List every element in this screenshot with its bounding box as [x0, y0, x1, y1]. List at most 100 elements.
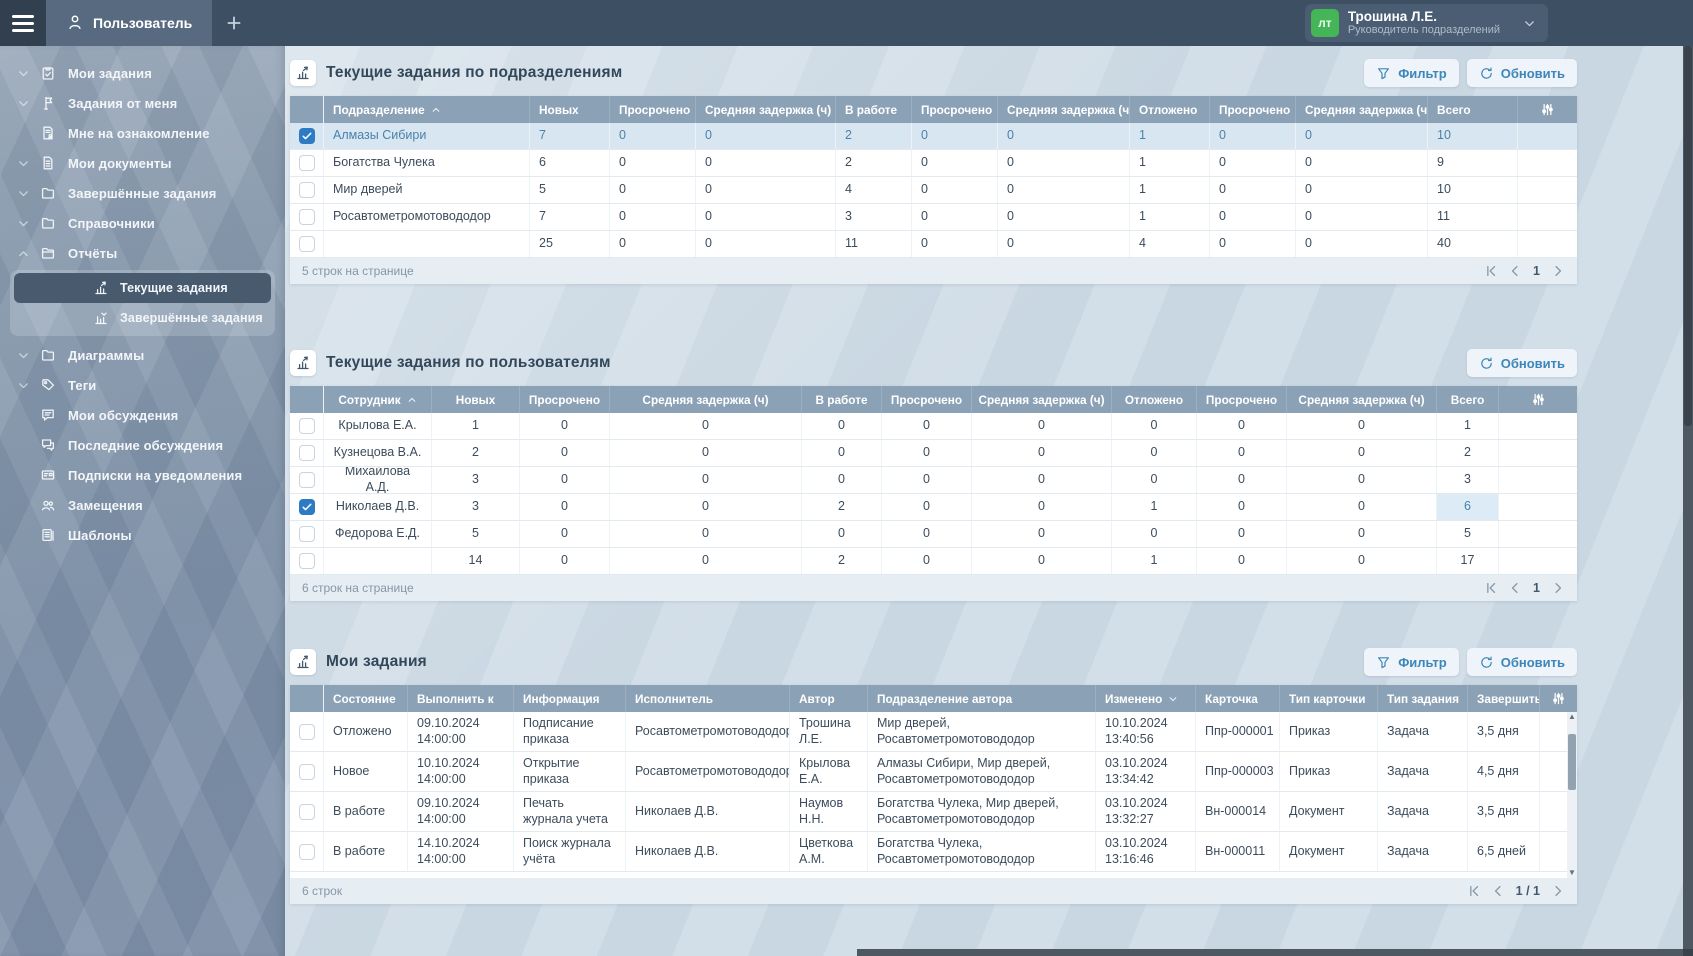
column-header-5[interactable]: Подразделение автора	[868, 685, 1096, 712]
column-header-0[interactable]: Состояние	[324, 685, 408, 712]
next-page-button[interactable]	[1547, 260, 1569, 282]
refresh-button[interactable]: Обновить	[1466, 59, 1577, 87]
next-page-button[interactable]	[1547, 880, 1569, 902]
sidebar-item-8[interactable]: Теги	[0, 370, 285, 400]
refresh-button[interactable]: Обновить	[1466, 648, 1577, 676]
column-header-3[interactable]: Исполнитель	[626, 685, 790, 712]
cell[interactable]: 0	[696, 123, 836, 149]
user-menu[interactable]: лт Трошина Л.Е. Руководитель подразделен…	[1304, 4, 1548, 42]
column-header-2[interactable]: Информация	[514, 685, 626, 712]
column-header-2[interactable]: Просрочено	[520, 386, 610, 413]
column-header-1[interactable]: Новых	[530, 96, 610, 123]
previous-page-button[interactable]	[1504, 260, 1526, 282]
cell[interactable]: 0	[1210, 123, 1296, 149]
column-header-4[interactable]: В работе	[836, 96, 912, 123]
cell[interactable]: 1	[1130, 123, 1210, 149]
sidebar-item-3[interactable]: Мои документы	[0, 148, 285, 178]
column-header-7[interactable]: Отложено	[1130, 96, 1210, 123]
row-checkbox[interactable]	[298, 128, 315, 144]
cell[interactable]: 0	[610, 123, 696, 149]
row-checkbox[interactable]	[298, 182, 315, 198]
column-header-9[interactable]: Тип задания	[1378, 685, 1468, 712]
row-checkbox[interactable]	[298, 472, 315, 488]
column-header-10[interactable]: Всего	[1428, 96, 1518, 123]
column-header-1[interactable]: Выполнить к	[408, 685, 514, 712]
sidebar-item-10[interactable]: Последние обсуждения	[0, 430, 285, 460]
row-checkbox[interactable]	[298, 236, 315, 252]
next-page-button[interactable]	[1547, 577, 1569, 599]
sidebar-item-5[interactable]: Справочники	[0, 208, 285, 238]
column-header-6[interactable]: Средняя задержка (ч)	[972, 386, 1112, 413]
sidebar-subitem-0[interactable]: Текущие задания	[14, 273, 271, 303]
page-vertical-scrollbar[interactable]	[1683, 46, 1693, 956]
column-settings-icon[interactable]	[1518, 96, 1577, 123]
column-header-6[interactable]: Средняя задержка (ч)	[998, 96, 1130, 123]
column-header-6[interactable]: Изменено	[1096, 685, 1196, 712]
sidebar-item-9[interactable]: Мои обсуждения	[0, 400, 285, 430]
page-horizontal-scrollbar[interactable]	[857, 949, 1683, 956]
cell[interactable]: 2	[836, 123, 912, 149]
row-checkbox[interactable]	[298, 445, 315, 461]
row-checkbox[interactable]	[298, 763, 315, 780]
column-header-9[interactable]: Средняя задержка (ч)	[1287, 386, 1437, 413]
column-header-7[interactable]: Карточка	[1196, 685, 1280, 712]
column-header-3[interactable]: Средняя задержка (ч)	[610, 386, 802, 413]
table-scrollbar-thumb[interactable]	[1568, 734, 1576, 790]
column-header-0[interactable]: Сотрудник	[324, 386, 432, 413]
row-checkbox[interactable]	[298, 526, 315, 542]
row-checkbox[interactable]	[298, 843, 315, 860]
table-vertical-scrollbar[interactable]: ▲ ▼	[1567, 712, 1577, 878]
column-header-10[interactable]: Завершить	[1468, 685, 1540, 712]
column-header-2[interactable]: Просрочено	[610, 96, 696, 123]
scroll-down-arrow[interactable]: ▼	[1568, 868, 1576, 878]
refresh-button[interactable]: Обновить	[1466, 349, 1577, 377]
column-settings-icon[interactable]	[1540, 685, 1577, 712]
cell[interactable]: Алмазы Сибири	[324, 123, 530, 149]
filter-button[interactable]: Фильтр	[1364, 648, 1459, 676]
row-checkbox[interactable]	[298, 803, 315, 820]
cell[interactable]: 0	[998, 123, 1130, 149]
cell[interactable]: 0	[912, 123, 998, 149]
sidebar-item-2[interactable]: Мне на ознакомление	[0, 118, 285, 148]
vertical-scrollbar-thumb[interactable]	[1684, 46, 1692, 426]
sidebar-item-13[interactable]: Шаблоны	[0, 520, 285, 550]
sidebar-item-7[interactable]: Диаграммы	[0, 340, 285, 370]
sidebar-item-1[interactable]: Задания от меня	[0, 88, 285, 118]
row-checkbox[interactable]	[298, 499, 315, 515]
scroll-up-arrow[interactable]: ▲	[1568, 712, 1576, 722]
add-tab-button[interactable]	[212, 0, 256, 46]
row-checkbox[interactable]	[298, 155, 315, 171]
sidebar-item-4[interactable]: Завершённые задания	[0, 178, 285, 208]
cell[interactable]: 7	[530, 123, 610, 149]
first-page-button[interactable]	[1480, 577, 1502, 599]
column-header-4[interactable]: Автор	[790, 685, 868, 712]
column-header-8[interactable]: Просрочено	[1210, 96, 1296, 123]
sidebar-item-12[interactable]: Замещения	[0, 490, 285, 520]
column-header-8[interactable]: Тип карточки	[1280, 685, 1378, 712]
sidebar-subitem-1[interactable]: Завершённые задания	[14, 303, 271, 333]
sidebar-item-6[interactable]: Отчёты	[0, 238, 285, 268]
row-checkbox[interactable]	[298, 723, 315, 740]
cell[interactable]: 6	[1437, 494, 1499, 520]
first-page-button[interactable]	[1463, 880, 1485, 902]
sidebar-item-0[interactable]: Мои задания	[0, 58, 285, 88]
previous-page-button[interactable]	[1487, 880, 1509, 902]
row-checkbox[interactable]	[298, 418, 315, 434]
column-header-1[interactable]: Новых	[432, 386, 520, 413]
sidebar-item-11[interactable]: Подписки на уведомления	[0, 460, 285, 490]
tab-user[interactable]: Пользователь	[46, 0, 213, 46]
column-header-10[interactable]: Всего	[1437, 386, 1499, 413]
cell[interactable]: 0	[1296, 123, 1428, 149]
row-checkbox[interactable]	[298, 553, 315, 569]
column-header-5[interactable]: Просрочено	[912, 96, 998, 123]
column-header-5[interactable]: Просрочено	[882, 386, 972, 413]
hamburger-menu-button[interactable]	[0, 0, 46, 46]
column-header-7[interactable]: Отложено	[1112, 386, 1197, 413]
cell[interactable]: 10	[1428, 123, 1518, 149]
previous-page-button[interactable]	[1504, 577, 1526, 599]
column-header-8[interactable]: Просрочено	[1197, 386, 1287, 413]
first-page-button[interactable]	[1480, 260, 1502, 282]
column-settings-icon[interactable]	[1499, 386, 1577, 413]
filter-button[interactable]: Фильтр	[1364, 59, 1459, 87]
column-header-3[interactable]: Средняя задержка (ч)	[696, 96, 836, 123]
